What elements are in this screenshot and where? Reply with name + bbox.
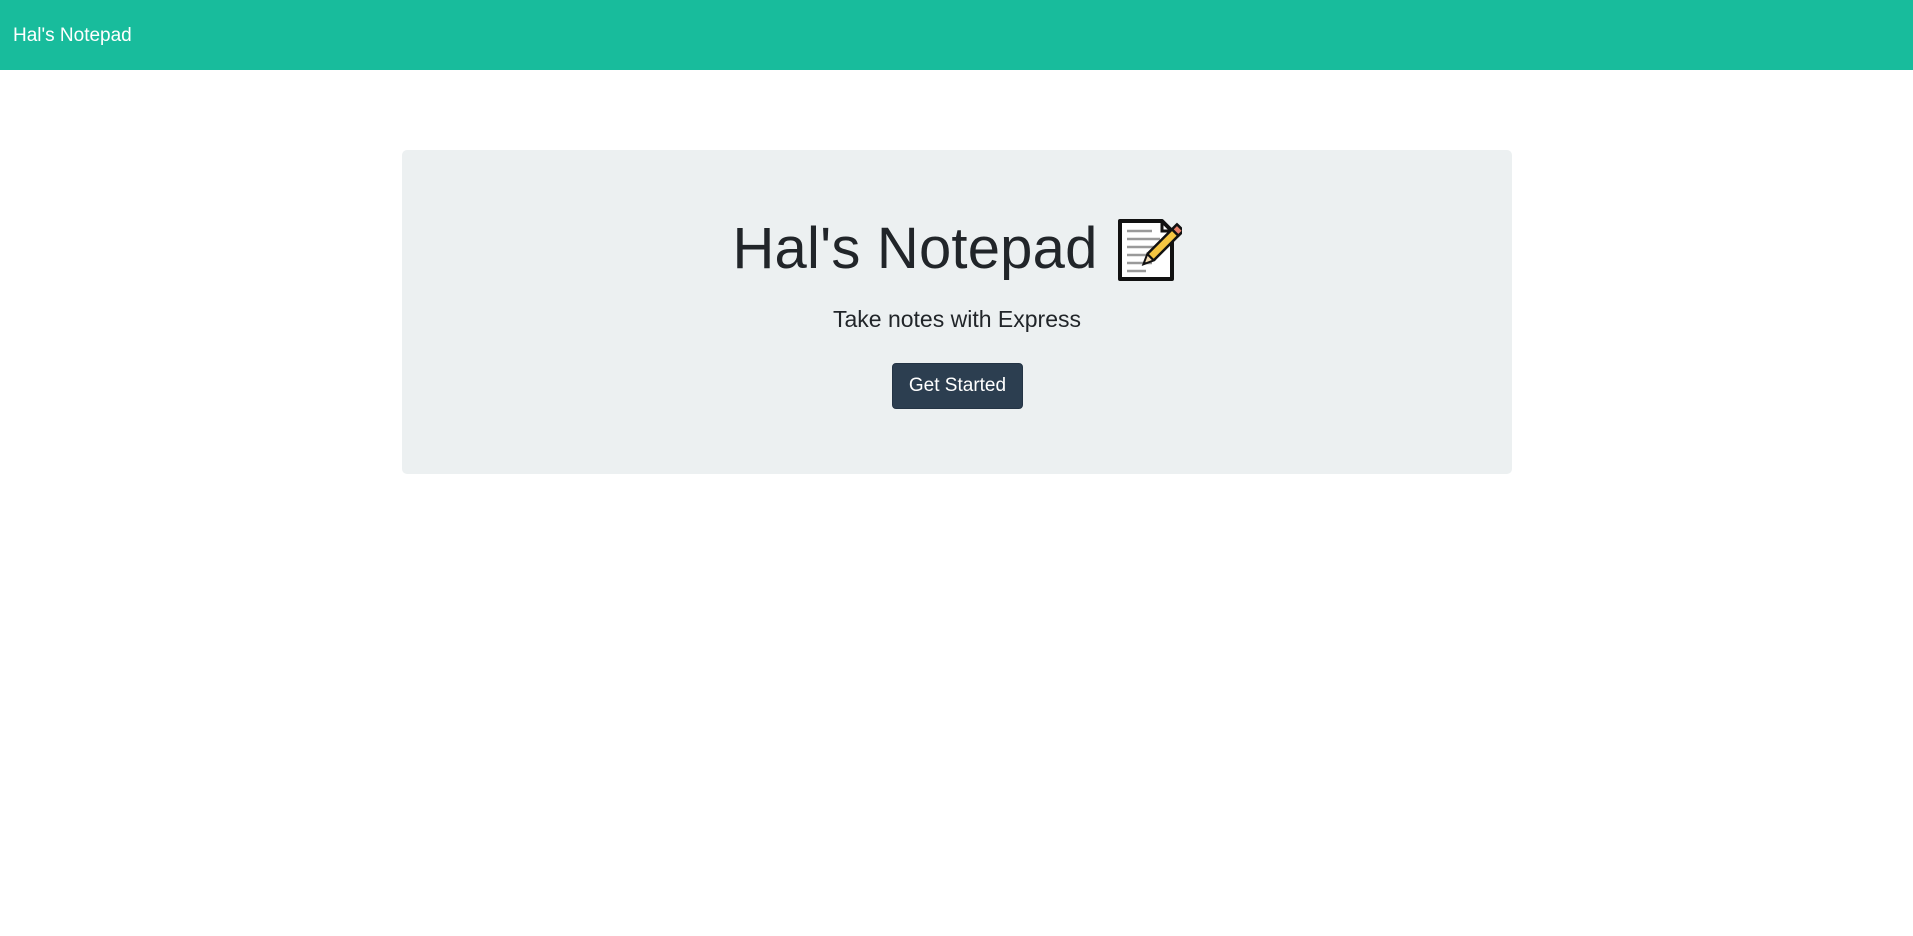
hero-subtitle: Take notes with Express xyxy=(832,306,1081,332)
hero-jumbotron: Hal's Notepad Take notes with Express Ge… xyxy=(402,150,1512,474)
memo-icon xyxy=(1116,217,1185,283)
page-title: Hal's Notepad xyxy=(732,216,1098,281)
get-started-button[interactable]: Get Started xyxy=(892,363,1023,409)
navbar-brand-link[interactable]: Hal's Notepad xyxy=(13,26,132,45)
hero-title-row: Hal's Notepad xyxy=(402,212,1512,286)
navbar: Hal's Notepad xyxy=(0,0,1913,70)
